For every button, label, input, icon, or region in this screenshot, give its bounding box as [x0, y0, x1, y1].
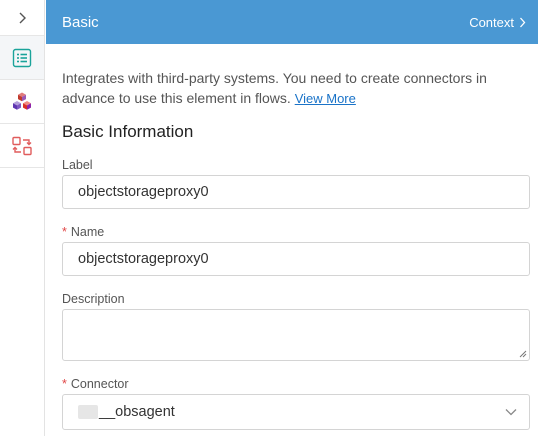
panel-title: Basic: [62, 13, 99, 31]
label-input[interactable]: objectstorageproxy0: [62, 175, 530, 209]
cubes-icon: [13, 92, 31, 110]
properties-content: Integrates with third-party systems. You…: [62, 44, 530, 430]
chevron-right-icon: [520, 17, 526, 27]
label-field-label: Label: [62, 158, 93, 172]
left-rail: [0, 0, 45, 436]
transfer-icon: [12, 136, 32, 155]
context-label: Context: [469, 14, 514, 30]
description-field-label: Description: [62, 292, 125, 306]
name-field-group: * Name objectstorageproxy0: [62, 224, 530, 276]
section-title: Basic Information: [62, 122, 194, 141]
label-field-group: Label objectstorageproxy0: [62, 157, 530, 209]
element-description: Integrates with third-party systems. You…: [62, 68, 530, 109]
list-icon: [12, 48, 32, 67]
context-button[interactable]: Context: [469, 15, 526, 30]
connector-select[interactable]: __obsagent: [62, 394, 530, 430]
description-textarea[interactable]: [62, 309, 530, 361]
description-text: Integrates with third-party systems. You…: [62, 70, 487, 106]
chevron-down-icon: [505, 409, 517, 416]
view-more-link[interactable]: View More: [295, 91, 356, 106]
required-marker: *: [62, 377, 67, 391]
connector-selected-value: __obsagent: [78, 404, 175, 420]
rail-item-components[interactable]: [0, 80, 44, 124]
name-input[interactable]: objectstorageproxy0: [62, 242, 530, 276]
connector-field-group: * Connector __obsagent: [62, 376, 530, 430]
rail-item-properties[interactable]: [0, 36, 44, 80]
required-marker: *: [62, 225, 67, 239]
expand-rail-button[interactable]: [0, 0, 44, 36]
name-field-label: * Name: [62, 225, 105, 239]
resize-handle-icon[interactable]: [519, 350, 527, 358]
description-field-group: Description: [62, 291, 530, 361]
panel-header: Basic Context: [46, 0, 538, 44]
chevron-right-icon: [19, 12, 26, 23]
connector-field-label: * Connector: [62, 377, 129, 391]
rail-item-io[interactable]: [0, 124, 44, 168]
redacted-prefix: [78, 405, 98, 420]
